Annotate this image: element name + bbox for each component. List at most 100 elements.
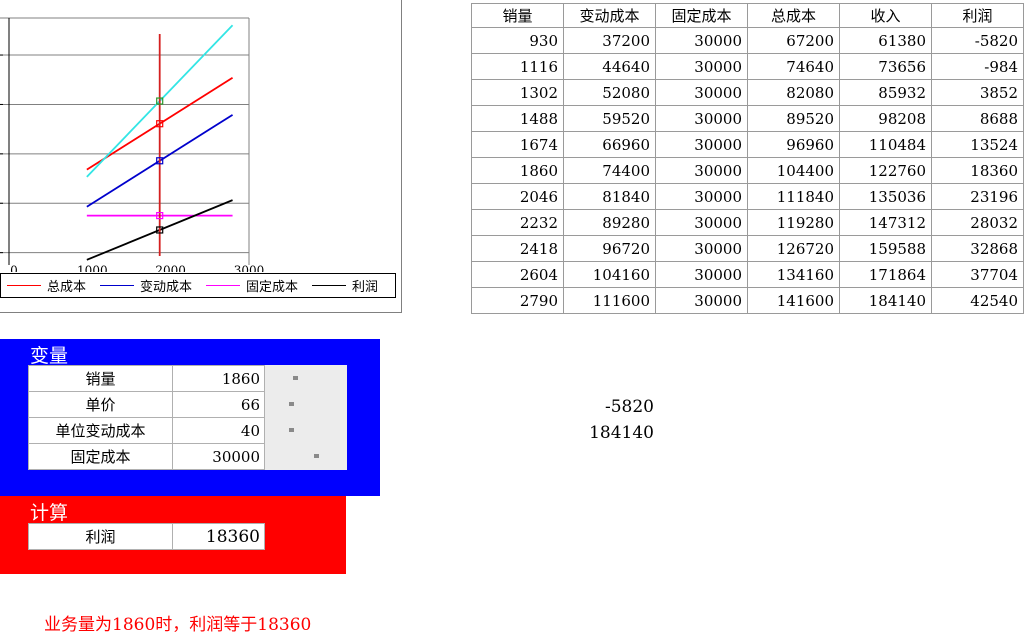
table-cell[interactable]: 8688 [931,105,1024,132]
table-cell[interactable]: 104400 [747,157,840,184]
table-cell[interactable]: 30000 [655,53,748,80]
table-cell[interactable]: 37200 [563,27,656,54]
table-cell[interactable]: 37704 [931,261,1024,288]
table-cell[interactable]: 98208 [839,105,932,132]
data-table: 销量 变动成本 固定成本 总成本 收入 利润 930 37200 30000 67200 6138… [471,3,1024,314]
variable-label: 固定成本 [28,443,173,470]
table-cell[interactable]: 30000 [655,261,748,288]
table-cell[interactable]: 1302 [471,79,564,106]
table-cell[interactable]: 74400 [563,157,656,184]
table-cell[interactable]: 81840 [563,183,656,210]
table-row: 1674 66960 30000 96960 110484 13524 [471,131,1024,158]
table-cell[interactable]: 96720 [563,235,656,262]
table-cell[interactable]: 42540 [931,287,1024,314]
table-cell[interactable]: 61380 [839,27,932,54]
x-tick-label: 0 [10,264,18,272]
variable-value[interactable]: 66 [172,391,265,418]
table-cell[interactable]: 73656 [839,53,932,80]
variable-value[interactable]: 30000 [172,443,265,470]
table-cell[interactable]: 1116 [471,53,564,80]
table-cell[interactable]: 96960 [747,131,840,158]
table-header-row: 销量 变动成本 固定成本 总成本 收入 利润 [471,3,1024,28]
table-cell[interactable]: 23196 [931,183,1024,210]
variable-value[interactable]: 1860 [172,365,265,392]
table-cell[interactable]: 119280 [747,209,840,236]
line-chart: 0 1000 2000 3000 [0,17,264,272]
table-cell[interactable]: 30000 [655,209,748,236]
table-cell[interactable]: 32868 [931,235,1024,262]
variable-row: 单位变动成本 40 [28,417,347,444]
variable-label: 单价 [28,391,173,418]
min-value-cell[interactable]: -5820 [534,397,654,417]
table-cell[interactable]: 30000 [655,105,748,132]
table-cell[interactable]: 18360 [931,157,1024,184]
variable-value[interactable]: 40 [172,417,265,444]
calculation-table: 利润 18360 [28,523,265,550]
table-cell[interactable]: 2790 [471,287,564,314]
table-row: 1488 59520 30000 89520 98208 8688 [471,105,1024,132]
table-cell[interactable]: 44640 [563,53,656,80]
variable-row: 固定成本 30000 [28,443,347,470]
table-cell[interactable]: 30000 [655,157,748,184]
table-cell[interactable]: 52080 [563,79,656,106]
table-cell[interactable]: 30000 [655,27,748,54]
max-value-cell[interactable]: 184140 [534,423,654,443]
table-cell[interactable]: 135036 [839,183,932,210]
variable-label: 销量 [28,365,173,392]
table-cell[interactable]: 30000 [655,131,748,158]
table-cell[interactable]: 28032 [931,209,1024,236]
table-cell[interactable]: 85932 [839,79,932,106]
table-cell[interactable]: 171864 [839,261,932,288]
table-cell[interactable]: 104160 [563,261,656,288]
table-cell[interactable]: 111840 [747,183,840,210]
table-cell[interactable]: 30000 [655,183,748,210]
table-cell[interactable]: 141600 [747,287,840,314]
variable-scrollbar[interactable] [264,365,347,392]
table-cell[interactable]: 3852 [931,79,1024,106]
table-cell[interactable]: 147312 [839,209,932,236]
table-cell[interactable]: 2232 [471,209,564,236]
table-cell[interactable]: 134160 [747,261,840,288]
table-cell[interactable]: 930 [471,27,564,54]
table-cell[interactable]: 30000 [655,287,748,314]
table-cell[interactable]: 89280 [563,209,656,236]
table-cell[interactable]: 30000 [655,79,748,106]
profit-value[interactable]: 18360 [172,523,265,550]
table-cell[interactable]: 122760 [839,157,932,184]
table-cell[interactable]: 1674 [471,131,564,158]
table-cell[interactable]: 1860 [471,157,564,184]
table-cell[interactable]: 126720 [747,235,840,262]
scroll-thumb[interactable] [289,402,294,406]
calculation-title: 计算 [30,502,69,524]
table-cell[interactable]: 184140 [839,287,932,314]
chart-legend: 总成本 变动成本 固定成本 利润 [0,273,396,298]
table-cell[interactable]: 89520 [747,105,840,132]
table-cell[interactable]: 2046 [471,183,564,210]
table-cell[interactable]: 13524 [931,131,1024,158]
table-row: 1116 44640 30000 74640 73656 -984 [471,53,1024,80]
table-cell[interactable]: 59520 [563,105,656,132]
column-header: 固定成本 [655,3,748,28]
table-cell[interactable]: -984 [931,53,1024,80]
scroll-thumb[interactable] [293,376,298,380]
table-cell[interactable]: 111600 [563,287,656,314]
table-cell[interactable]: 30000 [655,235,748,262]
table-cell[interactable]: 1488 [471,105,564,132]
variable-scrollbar[interactable] [264,391,347,418]
table-cell[interactable]: 67200 [747,27,840,54]
profit-row: 利润 18360 [28,523,265,550]
table-cell[interactable]: 2604 [471,261,564,288]
table-cell[interactable]: 159588 [839,235,932,262]
variable-scrollbar[interactable] [264,417,347,444]
table-cell[interactable]: 110484 [839,131,932,158]
table-cell[interactable]: 74640 [747,53,840,80]
table-cell[interactable]: 66960 [563,131,656,158]
scroll-thumb[interactable] [289,428,294,432]
table-cell[interactable]: 82080 [747,79,840,106]
table-cell[interactable]: -5820 [931,27,1024,54]
table-cell[interactable]: 2418 [471,235,564,262]
scroll-thumb[interactable] [314,454,319,458]
variable-scrollbar[interactable] [264,443,347,470]
legend-swatch [100,285,135,286]
table-row: 2790 111600 30000 141600 184140 42540 [471,287,1024,314]
